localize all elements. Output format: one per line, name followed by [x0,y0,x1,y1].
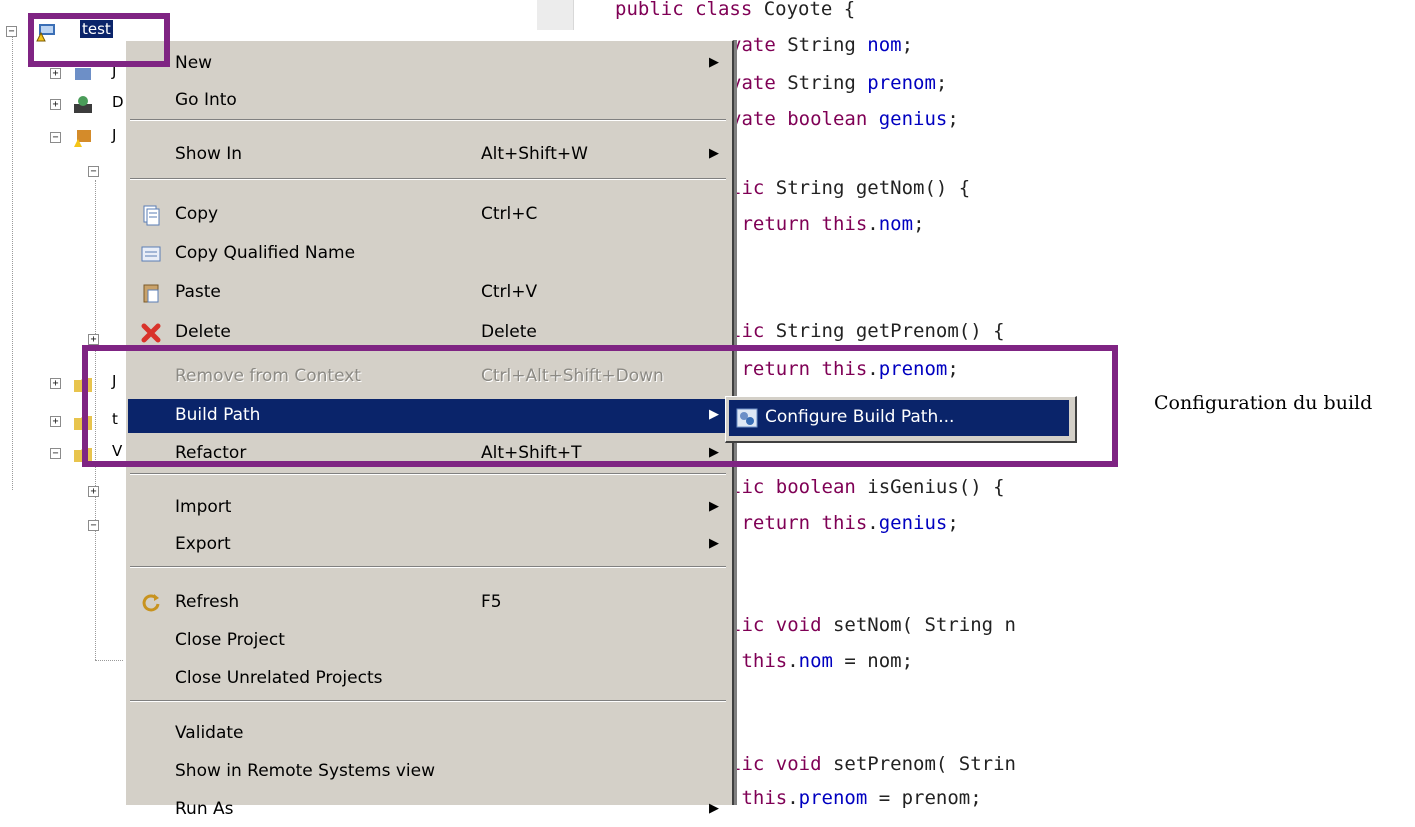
menu-item-label: Validate [175,723,244,743]
menu-separator [130,119,726,121]
expand-icon[interactable]: + [50,68,61,79]
menu-item-show-in[interactable]: Show In Alt+Shift+W ▶ [128,138,728,172]
menu-item-copy[interactable]: Copy Ctrl+C [128,198,728,232]
collapse-icon[interactable]: − [50,448,61,459]
highlight-frame-project [28,13,170,67]
menu-item-shortcut: F5 [481,592,502,612]
expand-icon[interactable]: + [88,334,99,345]
submenu-arrow-icon: ▶ [709,55,719,70]
menu-item-label: Close Project [175,630,285,650]
expand-icon[interactable]: + [50,416,61,427]
tree-item-label: D [112,93,124,111]
menu-item-shortcut: Delete [481,322,537,342]
code-line: vate String nom; [730,34,914,56]
code-line: vate boolean genius; [730,108,959,130]
package-warning-icon [74,130,91,147]
menu-item-label: Copy [175,204,219,224]
code-line: lic void setNom( String n [730,614,1016,636]
jre-library-icon [74,96,92,113]
code-line: this.nom = nom; [730,650,914,672]
menu-item-label: Show In [175,144,243,164]
tree-guide-line [95,660,123,661]
menu-item-close-unrelated-projects[interactable]: Close Unrelated Projects [128,662,728,696]
submenu-arrow-icon: ▶ [709,536,719,551]
menu-item-refresh[interactable]: Refresh F5 [128,586,728,620]
tree-item[interactable]: − J [0,126,130,150]
menu-item-label: Go Into [175,90,237,110]
tree-item[interactable]: + D [0,93,130,117]
refresh-icon [142,594,160,612]
menu-item-run-as[interactable]: Run As ▶ [128,793,728,827]
menu-item-label: Copy Qualified Name [175,243,356,263]
menu-item-go-into[interactable]: Go Into [128,84,728,118]
code-line: return this.nom; [730,213,925,235]
delete-icon [141,323,161,343]
menu-separator [130,566,726,568]
paste-icon [143,284,159,303]
menu-item-label: Delete [175,322,231,342]
code-line: lic String getNom() { [730,177,971,199]
editor-gutter [537,0,574,30]
collapse-icon[interactable]: − [50,132,61,143]
library-icon [75,68,91,80]
menu-item-label: Paste [175,282,221,302]
code-line: this.prenom = prenom; [730,787,982,809]
code-line: lic void setPrenom( Strin [730,753,1016,775]
menu-item-label: Export [175,534,231,554]
annotation-label: Configuration du build [1154,392,1373,414]
collapse-icon[interactable]: − [88,520,99,531]
menu-item-copy-qualified-name[interactable]: Copy Qualified Name [128,237,728,271]
copy-icon [143,205,160,226]
menu-item-label: Run As [175,799,234,819]
submenu-arrow-icon: ▶ [709,146,719,161]
expand-icon[interactable]: + [88,486,99,497]
code-line: lic String getPrenom() { [730,320,1005,342]
tree-item[interactable]: + [0,480,130,504]
expand-icon[interactable]: + [50,378,61,389]
menu-separator [130,473,726,475]
collapse-icon[interactable]: − [88,166,99,177]
menu-item-label: Close Unrelated Projects [175,668,383,688]
menu-item-new[interactable]: New ▶ [128,47,728,81]
menu-item-close-project[interactable]: Close Project [128,624,728,658]
menu-item-paste[interactable]: Paste Ctrl+V [128,276,728,310]
menu-item-show-in-remote-systems-view[interactable]: Show in Remote Systems view [128,755,728,789]
code-line: lic boolean isGenius() { [730,476,1005,498]
highlight-frame-build-path [82,345,1118,467]
menu-item-export[interactable]: Export ▶ [128,528,728,562]
menu-item-import[interactable]: Import ▶ [128,491,728,525]
menu-item-label: Refresh [175,592,240,612]
menu-item-label: New [175,53,213,73]
menu-item-shortcut: Alt+Shift+W [481,144,588,164]
menu-item-label: Import [175,497,232,517]
tree-item[interactable]: − [0,160,130,184]
code-line: return this.genius; [730,512,959,534]
submenu-arrow-icon: ▶ [709,499,719,514]
menu-item-shortcut: Ctrl+V [481,282,538,302]
tree-item[interactable]: − [0,514,130,538]
menu-item-label: Show in Remote Systems view [175,761,435,781]
menu-item-shortcut: Ctrl+C [481,204,538,224]
menu-separator [130,178,726,180]
menu-separator [130,700,726,702]
tree-item-label: J [112,126,117,144]
submenu-arrow-icon: ▶ [709,801,719,816]
collapse-icon[interactable]: − [6,26,17,37]
menu-item-validate[interactable]: Validate [128,717,728,751]
code-line: vate String prenom; [730,72,948,94]
code-line: public class Coyote { [615,0,856,20]
expand-icon[interactable]: + [50,99,61,110]
copy-qualified-name-icon [141,246,161,262]
